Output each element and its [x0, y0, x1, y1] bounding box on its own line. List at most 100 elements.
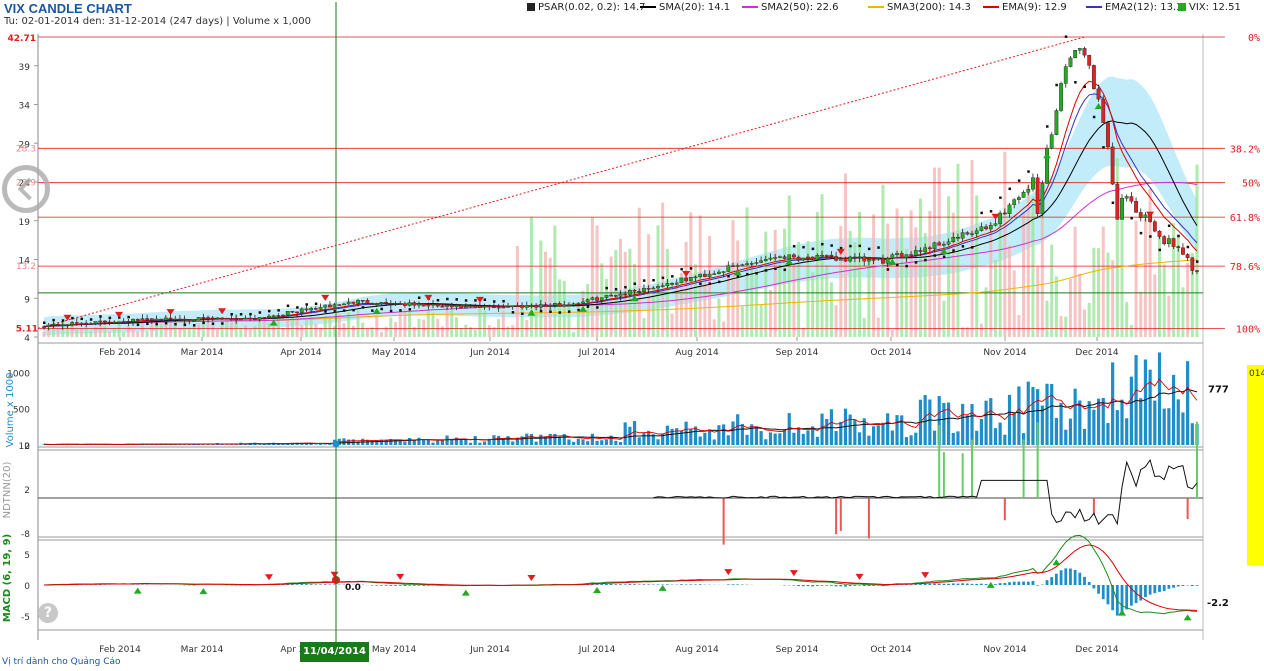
bg-volume-bar [398, 313, 402, 337]
psar-dot [896, 263, 899, 267]
volume-bar [839, 421, 843, 445]
volume-bar [867, 435, 871, 445]
bg-volume-bar [1045, 300, 1049, 337]
psar-dot [108, 316, 112, 320]
volume-bar [1167, 408, 1171, 445]
volume-bar [473, 436, 477, 445]
volume-bar [314, 444, 318, 445]
macd-sell-marker [527, 574, 536, 581]
back-nav-icon[interactable] [2, 165, 50, 213]
volume-bar [604, 439, 609, 445]
volume-bar [468, 442, 473, 445]
bg-volume-bar [693, 264, 697, 337]
candle-body [712, 273, 717, 275]
candle-body [121, 320, 126, 323]
candle-body [871, 259, 876, 261]
macd-axis-label: MACD (6, 19, 9) [2, 534, 13, 622]
psar-dot [1177, 234, 1180, 238]
macd-histogram-bar [736, 584, 740, 585]
macd-histogram-bar [853, 585, 857, 586]
volume-axis-label: Volume x 1000 [5, 373, 16, 448]
macd-histogram-bar [628, 584, 632, 585]
candle-body [806, 256, 810, 259]
x-tick-label: Aug 2014 [675, 645, 719, 655]
psar-dot [830, 244, 833, 247]
candle-body [618, 293, 623, 297]
candle-body [178, 318, 182, 321]
volume-bar [1120, 399, 1124, 445]
candle-body [763, 259, 768, 261]
candle-body [792, 254, 796, 258]
psar-dot [492, 300, 496, 303]
candle-body [276, 315, 281, 317]
psar-dot [352, 308, 355, 312]
macd-histogram-bar [1158, 585, 1161, 592]
bg-volume-bar [351, 325, 355, 337]
candle-body [1101, 98, 1106, 123]
volume-bar [853, 419, 857, 445]
help-icon[interactable]: ? [38, 603, 58, 623]
volume-bar [1012, 413, 1016, 445]
candle-body [149, 318, 154, 321]
macd-histogram-bar [665, 584, 669, 585]
bg-volume-bar [1054, 276, 1058, 337]
bg-volume-bar [801, 328, 805, 337]
candle-body [670, 283, 674, 285]
psar-dot [399, 309, 402, 312]
volume-bar [403, 441, 407, 445]
volume-bar [740, 423, 744, 445]
chart-canvas[interactable]: Feb 2014 Feb 2014 Mar 2014 Mar 2014 Apr 2014… [0, 0, 1264, 671]
psar-dot [877, 246, 880, 249]
volume-bar [1040, 405, 1044, 445]
candle-body [196, 317, 201, 321]
crosshair-date-label: 11/04/2014 [300, 642, 369, 662]
bg-volume-bar [75, 329, 79, 337]
volume-bar [890, 430, 894, 445]
candle-body [1054, 110, 1059, 135]
bg-volume-bar [122, 331, 126, 337]
bg-volume-bar [862, 318, 866, 337]
x-tick-label: Sep 2014 [776, 645, 819, 655]
candle-body [609, 294, 614, 297]
bg-volume-bar [745, 207, 749, 337]
candle-body [876, 258, 881, 260]
bg-volume-bar [1083, 309, 1087, 337]
bg-volume-bar [1111, 260, 1115, 337]
macd-histogram-bar [1148, 585, 1152, 595]
candle-body [168, 317, 173, 320]
bg-volume-bar [1050, 244, 1054, 337]
candle-body [810, 256, 815, 260]
macd-histogram-bar [609, 583, 613, 585]
bg-volume-bar [670, 313, 674, 337]
bg-volume-bar [811, 272, 815, 337]
macd-histogram-bar [830, 585, 833, 586]
ad-placeholder-text[interactable]: Vị trí dành cho Quảng Cáo [2, 657, 121, 667]
candle-body [674, 282, 679, 285]
psar-dot [886, 268, 890, 271]
candle-body [656, 286, 660, 289]
candle-body [346, 301, 351, 305]
macd-histogram-bar [937, 583, 941, 585]
psar-dot [792, 244, 796, 248]
psar-dot [239, 313, 243, 316]
candle-body [56, 324, 60, 326]
volume-bar [1111, 362, 1115, 445]
volume-bar [534, 441, 538, 445]
volume-bar [1059, 402, 1063, 445]
bg-volume-bar [454, 317, 458, 337]
psar-dot [1149, 235, 1152, 238]
candle-body [1082, 48, 1087, 56]
max-price-label: 42.71 [8, 34, 36, 44]
psar-dot [549, 310, 552, 313]
psar-dot [1083, 85, 1087, 88]
macd-histogram-bar [389, 585, 393, 586]
candle-body [1120, 197, 1124, 220]
macd-sell-marker [264, 574, 273, 581]
bg-volume-bar [1078, 273, 1082, 337]
macd-histogram-bar [797, 585, 801, 587]
candle-body [848, 256, 853, 262]
macd-histogram-bar [1190, 585, 1194, 587]
candle-body [281, 314, 285, 317]
candle-body [154, 318, 159, 321]
macd-histogram-bar [994, 584, 997, 585]
